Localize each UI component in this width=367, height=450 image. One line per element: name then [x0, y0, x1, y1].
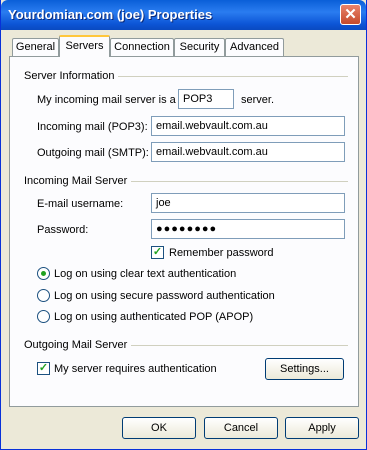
group-divider	[128, 345, 348, 346]
outgoing-server-heading: Outgoing Mail Server	[24, 339, 132, 351]
requires-auth-checkbox[interactable]: ✓	[37, 362, 50, 375]
group-divider	[118, 76, 348, 77]
group-divider	[130, 181, 348, 182]
cancel-button[interactable]: Cancel	[204, 417, 278, 439]
ok-button[interactable]: OK	[122, 417, 196, 439]
apply-button[interactable]: Apply	[285, 417, 359, 439]
server-type-prefix: My incoming mail server is a	[37, 94, 176, 106]
servers-panel: Server Information My incoming mail serv…	[9, 56, 359, 407]
tab-connection[interactable]: Connection	[110, 38, 174, 56]
auth-apop-radio[interactable]	[37, 310, 50, 323]
password-input[interactable]: ●●●●●●●●	[151, 219, 345, 239]
incoming-server-heading: Incoming Mail Server	[24, 175, 132, 187]
incoming-mail-input[interactable]: email.webvault.com.au	[151, 116, 345, 136]
auth-clear-text-radio[interactable]	[37, 267, 50, 280]
auth-clear-text-label: Log on using clear text authentication	[54, 268, 237, 280]
remember-password-label: Remember password	[169, 247, 274, 259]
outgoing-mail-label: Outgoing mail (SMTP):	[37, 147, 149, 159]
properties-dialog: Yourdomian.com (joe) Properties ✕ Genera…	[0, 0, 367, 450]
username-label: E-mail username:	[37, 198, 124, 210]
tab-security[interactable]: Security	[174, 38, 225, 56]
auth-secure-password-label: Log on using secure password authenticat…	[54, 290, 275, 302]
auth-secure-password-radio[interactable]	[37, 289, 50, 302]
tab-advanced[interactable]: Advanced	[225, 38, 284, 56]
server-type-field: POP3	[178, 89, 234, 109]
remember-password-checkbox[interactable]: ✓	[151, 246, 164, 259]
server-information-heading: Server Information	[24, 70, 119, 82]
outgoing-mail-input[interactable]: email.webvault.com.au	[151, 142, 345, 162]
incoming-mail-label: Incoming mail (POP3):	[37, 121, 148, 133]
window-title: Yourdomian.com (joe) Properties	[8, 7, 213, 22]
close-button[interactable]: ✕	[340, 4, 361, 25]
settings-button[interactable]: Settings...	[265, 358, 344, 380]
server-type-suffix: server.	[241, 94, 275, 106]
tab-servers[interactable]: Servers	[59, 35, 110, 57]
password-label: Password:	[37, 224, 89, 236]
requires-auth-label: My server requires authentication	[54, 363, 217, 375]
tab-general[interactable]: General	[12, 38, 59, 56]
auth-apop-label: Log on using authenticated POP (APOP)	[54, 311, 254, 323]
username-input[interactable]: joe	[151, 193, 345, 213]
title-bar[interactable]: Yourdomian.com (joe) Properties ✕	[1, 0, 366, 30]
